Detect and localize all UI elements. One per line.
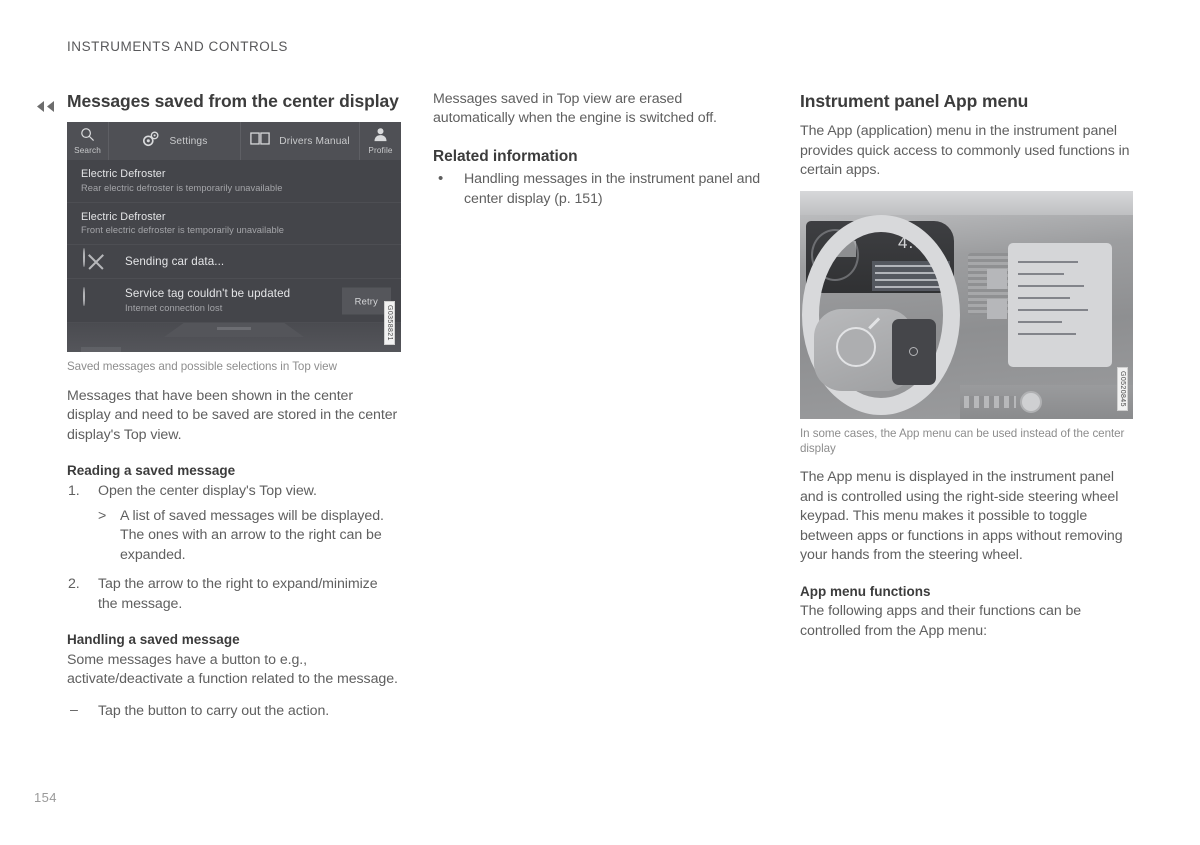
top-view-handle bbox=[164, 323, 304, 338]
center-display-lower-faded-area bbox=[67, 323, 401, 353]
gears-icon bbox=[141, 130, 161, 153]
figure-image-id: G0358821 bbox=[384, 301, 395, 346]
profile-icon bbox=[373, 127, 388, 147]
related-information-heading: Related information bbox=[433, 147, 578, 165]
page-number: 154 bbox=[34, 790, 57, 805]
reading-heading: Reading a saved message bbox=[67, 462, 236, 478]
center-display-bezel bbox=[987, 242, 1112, 367]
search-button[interactable]: Search bbox=[67, 122, 109, 161]
console-button-row bbox=[964, 395, 1016, 408]
message-row[interactable]: Electric Defroster Front electric defros… bbox=[67, 203, 401, 246]
app-menu-functions-heading: App menu functions bbox=[800, 583, 931, 599]
related-link-item[interactable]: • Handling messages in the instrument pa… bbox=[433, 170, 766, 209]
message-title: Electric Defroster bbox=[81, 168, 166, 181]
dash-marker-icon: – bbox=[70, 701, 78, 718]
column-left: Messages saved from the center display S… bbox=[67, 90, 401, 721]
top-view-grip bbox=[217, 327, 251, 331]
volvo-logo bbox=[836, 326, 876, 367]
right-side-steering-wheel-keypad bbox=[892, 318, 936, 385]
column-right: Instrument panel App menu The App (appli… bbox=[800, 90, 1133, 650]
search-label: Search bbox=[74, 146, 101, 156]
settings-button[interactable]: Settings bbox=[109, 122, 241, 161]
message-row[interactable]: Sending car data... bbox=[67, 245, 401, 280]
dashboard-figure-caption: In some cases, the App menu can be used … bbox=[800, 426, 1125, 455]
step-number: 2. bbox=[68, 576, 80, 593]
circle-spinner-icon bbox=[83, 286, 109, 314]
related-links-list: • Handling messages in the instrument pa… bbox=[433, 170, 766, 209]
message-subtitle: Front electric defroster is temporarily … bbox=[81, 225, 285, 236]
profile-label: Profile bbox=[368, 146, 393, 156]
book-icon bbox=[250, 131, 270, 151]
step-item: 2. Tap the arrow to the right to expand/… bbox=[67, 575, 400, 614]
double-chevron-left-icon bbox=[33, 98, 59, 114]
ghost-text-1 bbox=[81, 347, 121, 353]
profile-button[interactable]: Profile bbox=[359, 122, 401, 161]
windshield-area bbox=[800, 190, 1133, 215]
manual-page: INSTRUMENTS AND CONTROLS Messages saved … bbox=[0, 0, 1200, 845]
step-result-item: > A list of saved messages will be displ… bbox=[98, 507, 400, 565]
page-title: Messages saved from the center display bbox=[67, 91, 399, 111]
running-header: INSTRUMENTS AND CONTROLS bbox=[67, 39, 288, 54]
saved-messages-list: Electric Defroster Rear electric defrost… bbox=[67, 160, 401, 324]
app-menu-functions-paragraph: The following apps and their functions c… bbox=[800, 603, 1082, 639]
action-text: Tap the button to carry out the action. bbox=[98, 702, 330, 719]
handling-heading: Handling a saved message bbox=[67, 632, 240, 648]
related-link-text: Handling messages in the instrument pane… bbox=[464, 171, 761, 207]
continued-paragraph: Messages saved in Top view are erased au… bbox=[433, 91, 717, 127]
message-title: Electric Defroster bbox=[81, 210, 166, 223]
result-marker-icon: > bbox=[98, 507, 107, 524]
message-title: Sending car data... bbox=[125, 255, 225, 269]
drivers-manual-label: Drivers Manual bbox=[279, 135, 350, 147]
step-text: Tap the arrow to the right to expand/min… bbox=[98, 576, 378, 612]
message-row[interactable]: Electric Defroster Rear electric defrost… bbox=[67, 160, 401, 203]
circle-cross-icon bbox=[83, 247, 109, 275]
reading-steps-list: 1. Open the center display's Top view. >… bbox=[67, 482, 400, 615]
intro-paragraph: Messages that have been shown in the cen… bbox=[67, 387, 398, 443]
step-text: Open the center display's Top view. bbox=[98, 482, 317, 499]
step-number: 1. bbox=[68, 482, 80, 499]
step-result-list: > A list of saved messages will be displ… bbox=[98, 507, 400, 565]
dashboard-photo: 4.6 G0520845 bbox=[800, 190, 1133, 419]
step-item: 1. Open the center display's Top view. >… bbox=[67, 482, 400, 566]
search-icon bbox=[80, 127, 95, 147]
section-title-app-menu: Instrument panel App menu bbox=[800, 91, 1029, 111]
message-subtitle: Rear electric defroster is temporarily u… bbox=[81, 182, 283, 193]
message-row[interactable]: Service tag couldn't be updated Internet… bbox=[67, 279, 401, 324]
figure-caption: Saved messages and possible selections i… bbox=[67, 360, 337, 374]
center-display-top-bar: Search Settings Drivers Manual Profile bbox=[67, 122, 401, 161]
center-console bbox=[960, 384, 1133, 419]
console-knob bbox=[1020, 390, 1042, 413]
column-middle: Messages saved in Top view are erased au… bbox=[433, 90, 766, 209]
center-display-screenshot: Search Settings Drivers Manual Profile E… bbox=[67, 122, 401, 353]
action-item: – Tap the button to carry out the action… bbox=[67, 702, 400, 721]
step-result-text: A list of saved messages will be display… bbox=[120, 507, 384, 563]
app-menu-intro-paragraph: The App (application) menu in the instru… bbox=[800, 123, 1130, 179]
app-menu-body-paragraph: The App menu is displayed in the instrum… bbox=[800, 469, 1123, 564]
bullet-icon: • bbox=[438, 170, 444, 188]
settings-label: Settings bbox=[169, 135, 208, 147]
figure-image-id: G0520845 bbox=[1117, 366, 1128, 411]
handling-action-list: – Tap the button to carry out the action… bbox=[67, 702, 400, 721]
drivers-manual-button[interactable]: Drivers Manual bbox=[241, 122, 359, 160]
handling-paragraph: Some messages have a button to e.g., act… bbox=[67, 651, 398, 688]
